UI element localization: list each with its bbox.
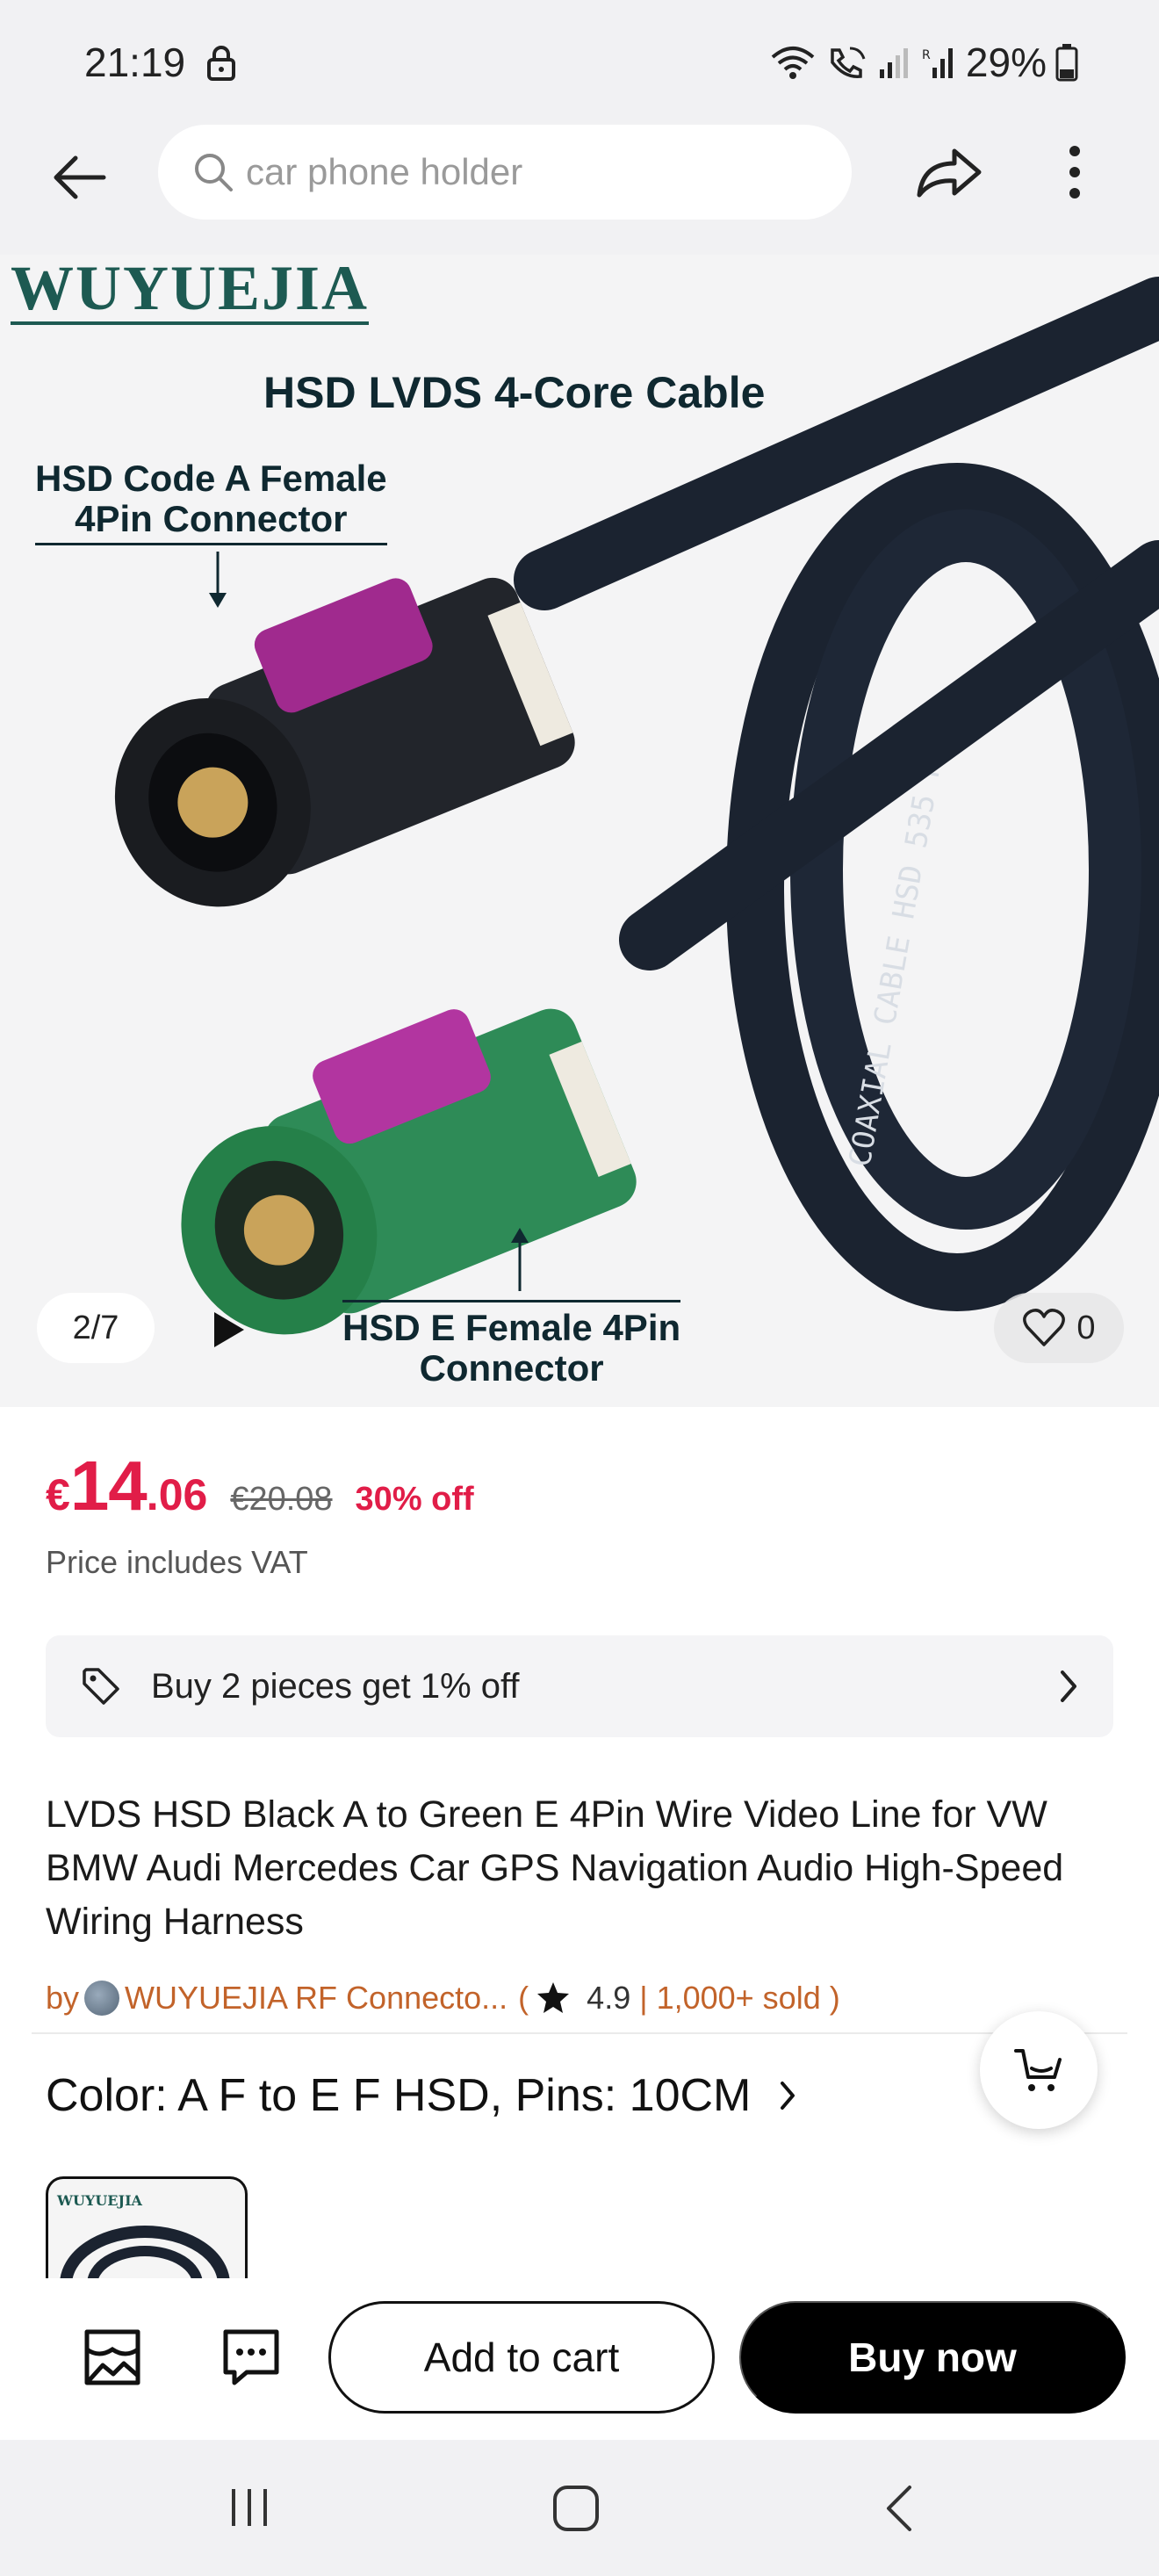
chat-button[interactable] [216, 2322, 286, 2392]
product-image-gallery[interactable]: COAXIAL CABLE HSD 535 RoHS WUYUEJIA HSD … [0, 255, 1159, 1407]
star-icon [537, 1982, 570, 2013]
back-arrow-icon [54, 155, 106, 199]
image-label-e: HSD E Female 4Pin Connector [342, 1300, 681, 1389]
search-header: car phone holder [0, 123, 1159, 255]
variant-thumbnail[interactable]: WUYUEJIA [46, 2176, 248, 2278]
lock-icon [207, 46, 235, 81]
vat-note: Price includes VAT [46, 1544, 308, 1580]
variant-selector[interactable]: Color: A F to E F HSD, Pins: 10CM [46, 2069, 798, 2122]
share-button[interactable] [910, 137, 989, 207]
variant-thumbnail-image: WUYUEJIA [56, 2192, 230, 2278]
heart-icon [1023, 1309, 1066, 1346]
home-icon[interactable] [550, 2482, 602, 2535]
search-placeholder: car phone holder [246, 151, 523, 192]
tag-icon [83, 1668, 119, 1705]
store-button[interactable] [77, 2322, 148, 2392]
more-vertical-icon [1069, 146, 1080, 198]
seller-row[interactable]: by WUYUEJIA RF Connecto... ( 4.9 | 1,000… [46, 1980, 840, 2017]
image-title: HSD LVDS 4-Core Cable [263, 368, 766, 417]
play-icon[interactable] [202, 1305, 251, 1354]
status-icons: R 29% [769, 39, 1078, 86]
status-time: 21:19 [84, 40, 186, 85]
original-price: €20.08 [230, 1481, 333, 1518]
image-label-a: HSD Code A Female 4Pin Connector [35, 458, 387, 546]
battery-percent: 29% [965, 40, 1047, 85]
store-icon [84, 2329, 140, 2385]
seller-rating: 4.9 [587, 1980, 631, 2016]
price-integer: 14 [69, 1447, 148, 1525]
system-nav-bar [0, 2440, 1159, 2576]
cart-fab[interactable] [980, 2011, 1098, 2129]
chevron-right-icon [781, 2082, 795, 2110]
promo-text: Buy 2 pieces get 1% off [151, 1666, 520, 1706]
price-currency: € [46, 1470, 70, 1519]
buy-now-button[interactable]: Buy now [739, 2301, 1126, 2414]
cart-icon [1014, 2049, 1062, 2091]
seller-paren: ( [518, 1980, 529, 2016]
status-bar: 21:19 R 29% [0, 0, 1159, 123]
variant-label: Color: A F to E F HSD, Pins: 10CM [46, 2070, 752, 2121]
battery-icon [1055, 44, 1078, 82]
nav-back-icon[interactable] [882, 2482, 917, 2535]
promo-bar[interactable]: Buy 2 pieces get 1% off [46, 1635, 1113, 1737]
seller-avatar [84, 1981, 120, 2016]
share-icon [917, 148, 982, 198]
seller-name[interactable]: WUYUEJIA RF Connecto... [125, 1980, 508, 2017]
price-row: € 14 .06 €20.08 30% off [46, 1446, 474, 1526]
roaming-signal-icon: R [922, 48, 953, 78]
product-title: LVDS HSD Black A to Green E 4Pin Wire Vi… [46, 1793, 1064, 1943]
search-input[interactable]: car phone holder [158, 125, 852, 220]
chat-icon [223, 2329, 279, 2385]
svg-text:WUYUEJIA: WUYUEJIA [56, 2192, 143, 2209]
wifi-calling-icon [831, 47, 866, 78]
add-to-cart-button[interactable]: Add to cart [328, 2301, 715, 2414]
more-options-button[interactable] [1050, 137, 1099, 207]
image-counter: 2/7 [37, 1293, 155, 1363]
price-decimal: .06 [146, 1470, 208, 1519]
search-icon [195, 154, 233, 191]
bottom-action-bar: Add to cart Buy now [0, 2278, 1159, 2440]
product-photo: COAXIAL CABLE HSD 535 RoHS [114, 277, 1159, 1335]
chevron-right-icon [1061, 1670, 1076, 1702]
brand-logo: WUYUEJIA [11, 255, 370, 325]
wishlist-count: 0 [1076, 1309, 1096, 1346]
back-button[interactable] [44, 142, 114, 213]
recents-icon[interactable] [228, 2486, 272, 2529]
signal-icon [879, 48, 908, 78]
wifi-icon [771, 47, 815, 79]
wishlist-button[interactable]: 0 [994, 1293, 1124, 1363]
seller-prefix: by [46, 1980, 80, 2016]
divider [32, 2032, 1127, 2034]
svg-text:R: R [922, 48, 931, 62]
sold-count: | 1,000+ sold ) [639, 1980, 840, 2016]
discount-label: 30% off [355, 1481, 474, 1518]
